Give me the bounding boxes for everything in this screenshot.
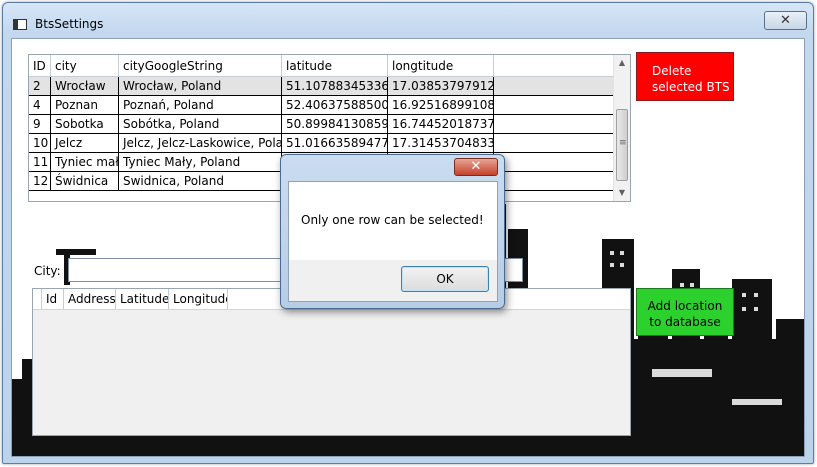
cell-filler [494, 153, 604, 171]
column-header-id[interactable]: ID [29, 55, 51, 76]
city-label: City: [34, 264, 61, 278]
title-bar[interactable]: BtsSettings ✕ [3, 3, 813, 33]
cell-city-google-string[interactable]: Jelcz, Jelcz-Laskowice, Poland [119, 134, 282, 152]
cell-longtitude[interactable]: 17.3145370483398 [388, 134, 494, 152]
table-row[interactable]: 10 Jelcz Jelcz, Jelcz-Laskowice, Poland … [29, 134, 630, 153]
cell-id[interactable]: 2 [29, 77, 51, 95]
column-header-longitude[interactable]: Longitude [169, 289, 228, 309]
table-row[interactable]: 4 Poznan Poznań, Poland 52.4063758850098… [29, 96, 630, 115]
cell-filler [494, 172, 604, 190]
cell-city[interactable]: Świdnica [51, 172, 119, 190]
cell-filler [494, 77, 604, 95]
message-dialog: ✕ Only one row can be selected! OK [280, 154, 505, 309]
ok-button[interactable]: OK [401, 266, 489, 292]
cell-longtitude[interactable]: 16.7445201873779 [388, 115, 494, 133]
cell-city-google-string[interactable]: Swidnica, Poland [119, 172, 282, 190]
cell-city[interactable]: Jelcz [51, 134, 119, 152]
cell-latitude[interactable]: 51.1078834533691 [282, 77, 388, 95]
column-header-longtitude[interactable]: longtitude [388, 55, 494, 76]
cell-latitude[interactable]: 52.4063758850098 [282, 96, 388, 114]
cell-id[interactable]: 11 [29, 153, 51, 171]
column-header-id[interactable]: Id [42, 289, 64, 309]
cell-filler [494, 115, 604, 133]
dialog-body: Only one row can be selected! OK [288, 181, 498, 302]
delete-selected-bts-button[interactable]: Delete selected BTS [636, 52, 734, 101]
cell-latitude[interactable]: 51.0166358947754 [282, 134, 388, 152]
cell-city[interactable]: Poznan [51, 96, 119, 114]
down-arrow-icon[interactable]: ▼ [614, 185, 630, 201]
dialog-close-button[interactable]: ✕ [454, 158, 498, 176]
cell-city-google-string[interactable]: Tyniec Mały, Poland [119, 153, 282, 171]
dialog-message: Only one row can be selected! [289, 182, 497, 260]
cell-city[interactable]: Wrocław [51, 77, 119, 95]
cell-id[interactable]: 9 [29, 115, 51, 133]
cell-longtitude[interactable]: 16.9251689910889 [388, 96, 494, 114]
bts-grid-header: ID city cityGoogleString latitude longti… [29, 55, 630, 77]
cell-city[interactable]: Tyniec mały [51, 153, 119, 171]
cell-id[interactable]: 10 [29, 134, 51, 152]
row-header-stub [33, 289, 42, 309]
add-location-button[interactable]: Add location to database [636, 288, 734, 336]
window-title: BtsSettings [35, 17, 104, 31]
column-header-address[interactable]: Address [64, 289, 116, 309]
cell-city-google-string[interactable]: Sobótka, Poland [119, 115, 282, 133]
table-row[interactable]: 9 Sobotka Sobótka, Poland 50.89984130859… [29, 115, 630, 134]
column-header-city[interactable]: city [51, 55, 119, 76]
cell-city-google-string[interactable]: Wrocław, Poland [119, 77, 282, 95]
column-header-city-google-string[interactable]: cityGoogleString [119, 55, 282, 76]
column-header-latitude[interactable]: latitude [282, 55, 388, 76]
cell-filler [494, 96, 604, 114]
cell-latitude[interactable]: 50.8998413085938 [282, 115, 388, 133]
cell-city[interactable]: Sobotka [51, 115, 119, 133]
window-close-button[interactable]: ✕ [764, 11, 807, 30]
table-row[interactable]: 2 Wrocław Wrocław, Poland 51.10788345336… [29, 77, 630, 96]
cell-filler [494, 134, 604, 152]
bts-grid-vertical-scrollbar[interactable]: ▲ ▼ [613, 55, 630, 201]
column-header-latitude[interactable]: Latitude [116, 289, 169, 309]
column-header-filler [494, 55, 604, 76]
scrollbar-thumb[interactable] [616, 109, 628, 181]
cell-id[interactable]: 12 [29, 172, 51, 190]
cell-id[interactable]: 4 [29, 96, 51, 114]
up-arrow-icon[interactable]: ▲ [614, 55, 630, 71]
window-icon [13, 19, 27, 30]
cell-longtitude[interactable]: 17.038537979126 [388, 77, 494, 95]
location-grid[interactable]: Id Address Latitude Longitude [32, 288, 631, 436]
cell-city-google-string[interactable]: Poznań, Poland [119, 96, 282, 114]
